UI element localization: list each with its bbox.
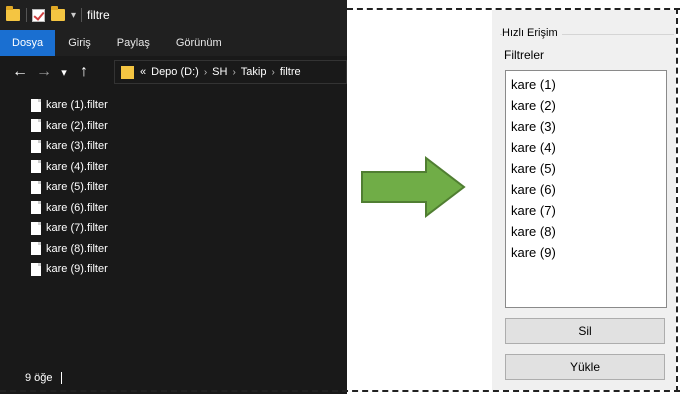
file-item[interactable]: kare (3).filter	[31, 136, 331, 157]
dashed-border-bottom	[0, 390, 680, 392]
right-arrow-icon	[361, 156, 466, 218]
file-name: kare (2).filter	[46, 119, 108, 132]
breadcrumb-item-sh[interactable]: SH	[212, 66, 227, 78]
file-icon	[31, 221, 41, 235]
breadcrumb-item-filtre[interactable]: filtre	[280, 66, 301, 78]
breadcrumb-separator: ›	[271, 66, 275, 78]
file-icon	[31, 98, 41, 112]
breadcrumb-overflow[interactable]: «	[140, 66, 146, 78]
dashed-border-right	[676, 8, 678, 392]
file-name: kare (6).filter	[46, 201, 108, 214]
file-name: kare (3).filter	[46, 140, 108, 153]
breadcrumb-separator: ›	[232, 66, 236, 78]
title-bar: ▾ filtre	[0, 0, 347, 30]
list-item[interactable]: kare (2)	[511, 95, 666, 116]
file-icon	[31, 201, 41, 215]
delete-button[interactable]: Sil	[505, 318, 665, 344]
list-item[interactable]: kare (3)	[511, 116, 666, 137]
breadcrumb-separator: ›	[203, 66, 208, 78]
file-item[interactable]: kare (7).filter	[31, 218, 331, 239]
file-name: kare (1).filter	[46, 99, 108, 112]
file-icon	[31, 262, 41, 276]
file-item[interactable]: kare (9).filter	[31, 259, 331, 280]
forward-arrow-icon[interactable]: →	[32, 63, 56, 81]
group-title: Hızlı Erişim	[502, 27, 562, 39]
file-item[interactable]: kare (8).filter	[31, 239, 331, 260]
file-name: kare (5).filter	[46, 181, 108, 194]
divider	[26, 8, 27, 22]
list-item[interactable]: kare (4)	[511, 137, 666, 158]
file-icon	[31, 119, 41, 133]
divider	[81, 8, 83, 22]
up-arrow-icon[interactable]: ↑	[72, 63, 96, 81]
status-divider	[60, 372, 62, 384]
file-item[interactable]: kare (5).filter	[31, 177, 331, 198]
list-item[interactable]: kare (5)	[511, 158, 666, 179]
file-name: kare (4).filter	[46, 160, 108, 173]
filters-label: Filtreler	[504, 48, 545, 62]
list-item[interactable]: kare (9)	[511, 242, 666, 263]
recent-locations-icon[interactable]: ▾	[56, 66, 72, 79]
folder-icon	[6, 6, 20, 21]
back-arrow-icon[interactable]: ←	[8, 63, 32, 81]
tab-file[interactable]: Dosya	[0, 30, 56, 56]
file-item[interactable]: kare (6).filter	[31, 198, 331, 219]
file-name: kare (8).filter	[46, 242, 108, 255]
file-item[interactable]: kare (2).filter	[31, 116, 331, 137]
new-folder-icon[interactable]	[51, 6, 65, 21]
file-list: kare (1).filter kare (2).filter kare (3)…	[31, 95, 331, 280]
address-bar[interactable]: « Depo (D:) › SH › Takip › filtre	[114, 60, 347, 84]
list-item[interactable]: kare (6)	[511, 179, 666, 200]
file-item[interactable]: kare (4).filter	[31, 157, 331, 178]
navigation-bar: ← → ▾ ↑ « Depo (D:) › SH › Takip › filtr…	[0, 56, 347, 88]
status-bar: 9 öğe	[0, 366, 347, 390]
list-item[interactable]: kare (1)	[511, 74, 666, 95]
list-item[interactable]: kare (7)	[511, 200, 666, 221]
file-explorer-window: ▾ filtre Dosya Giriş Paylaş Görünüm ← → …	[0, 0, 347, 394]
list-item[interactable]: kare (8)	[511, 221, 666, 242]
tab-home[interactable]: Giriş	[55, 30, 104, 56]
tab-view[interactable]: Görünüm	[163, 30, 235, 56]
properties-icon[interactable]	[32, 8, 45, 22]
file-icon	[31, 180, 41, 194]
file-name: kare (7).filter	[46, 222, 108, 235]
filters-listbox[interactable]: kare (1) kare (2) kare (3) kare (4) kare…	[505, 70, 667, 308]
file-icon	[31, 242, 41, 256]
customize-toolbar-icon[interactable]: ▾	[71, 10, 76, 21]
breadcrumb-item-takip[interactable]: Takip	[241, 66, 267, 78]
load-button[interactable]: Yükle	[505, 354, 665, 380]
folder-icon	[121, 65, 134, 79]
window-title: filtre	[87, 8, 110, 22]
ribbon-tabs: Dosya Giriş Paylaş Görünüm	[0, 30, 347, 56]
file-name: kare (9).filter	[46, 263, 108, 276]
file-icon	[31, 139, 41, 153]
quick-access-panel: Hızlı Erişim Filtreler kare (1) kare (2)…	[492, 10, 676, 390]
item-count: 9 öğe	[25, 372, 53, 384]
file-item[interactable]: kare (1).filter	[31, 95, 331, 116]
tab-share[interactable]: Paylaş	[104, 30, 163, 56]
file-icon	[31, 160, 41, 174]
breadcrumb-item-drive[interactable]: Depo (D:)	[151, 66, 199, 78]
